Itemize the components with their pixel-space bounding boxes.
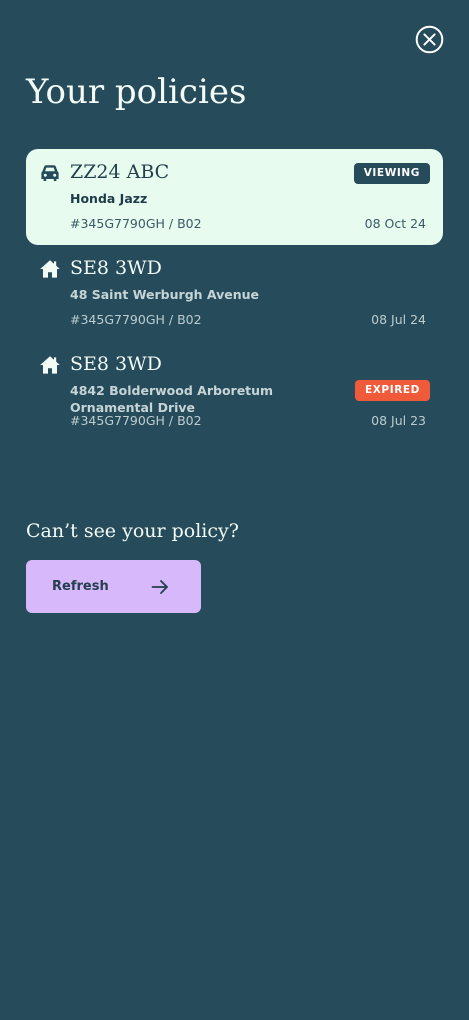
refresh-button[interactable]: Refresh	[26, 560, 201, 613]
close-button[interactable]	[415, 25, 444, 54]
policy-reference: #345G7790GH / B02	[70, 413, 202, 428]
policy-card-home-expired[interactable]: SE8 3WD 4842 Bolderwood Arboretum Orname…	[26, 341, 443, 451]
policy-title: ZZ24 ABC	[70, 161, 170, 183]
policy-subtitle: 48 Saint Werburgh Avenue	[70, 287, 260, 302]
expired-badge: EXPIRED	[354, 380, 430, 401]
policy-subtitle: 4842 Bolderwood Arboretum Ornamental Dri…	[70, 383, 274, 415]
policy-title: SE8 3WD	[70, 257, 162, 279]
car-icon	[41, 165, 59, 181]
home-icon	[40, 260, 60, 278]
policy-reference: #345G7790GH / B02	[70, 312, 202, 327]
policy-card-home[interactable]: SE8 3WD 48 Saint Werburgh Avenue #345G77…	[26, 245, 443, 341]
policy-card-vehicle[interactable]: ZZ24 ABC VIEWING Honda Jazz #345G7790GH …	[26, 149, 443, 245]
page-title: Your policies	[26, 72, 247, 112]
arrow-right-icon	[151, 580, 168, 594]
close-circle-icon	[415, 25, 444, 54]
policy-date: 08 Jul 23	[371, 413, 426, 428]
policy-list: ZZ24 ABC VIEWING Honda Jazz #345G7790GH …	[26, 149, 443, 451]
viewing-badge: VIEWING	[353, 163, 430, 184]
policy-date: 08 Jul 24	[371, 312, 426, 327]
refresh-button-label: Refresh	[52, 579, 109, 594]
policy-reference: #345G7790GH / B02	[70, 216, 202, 231]
policy-title: SE8 3WD	[70, 353, 162, 375]
home-icon	[40, 356, 60, 374]
missing-policy-prompt: Can’t see your policy?	[26, 520, 239, 542]
policy-subtitle: Honda Jazz	[70, 191, 148, 206]
policy-date: 08 Oct 24	[364, 216, 426, 231]
